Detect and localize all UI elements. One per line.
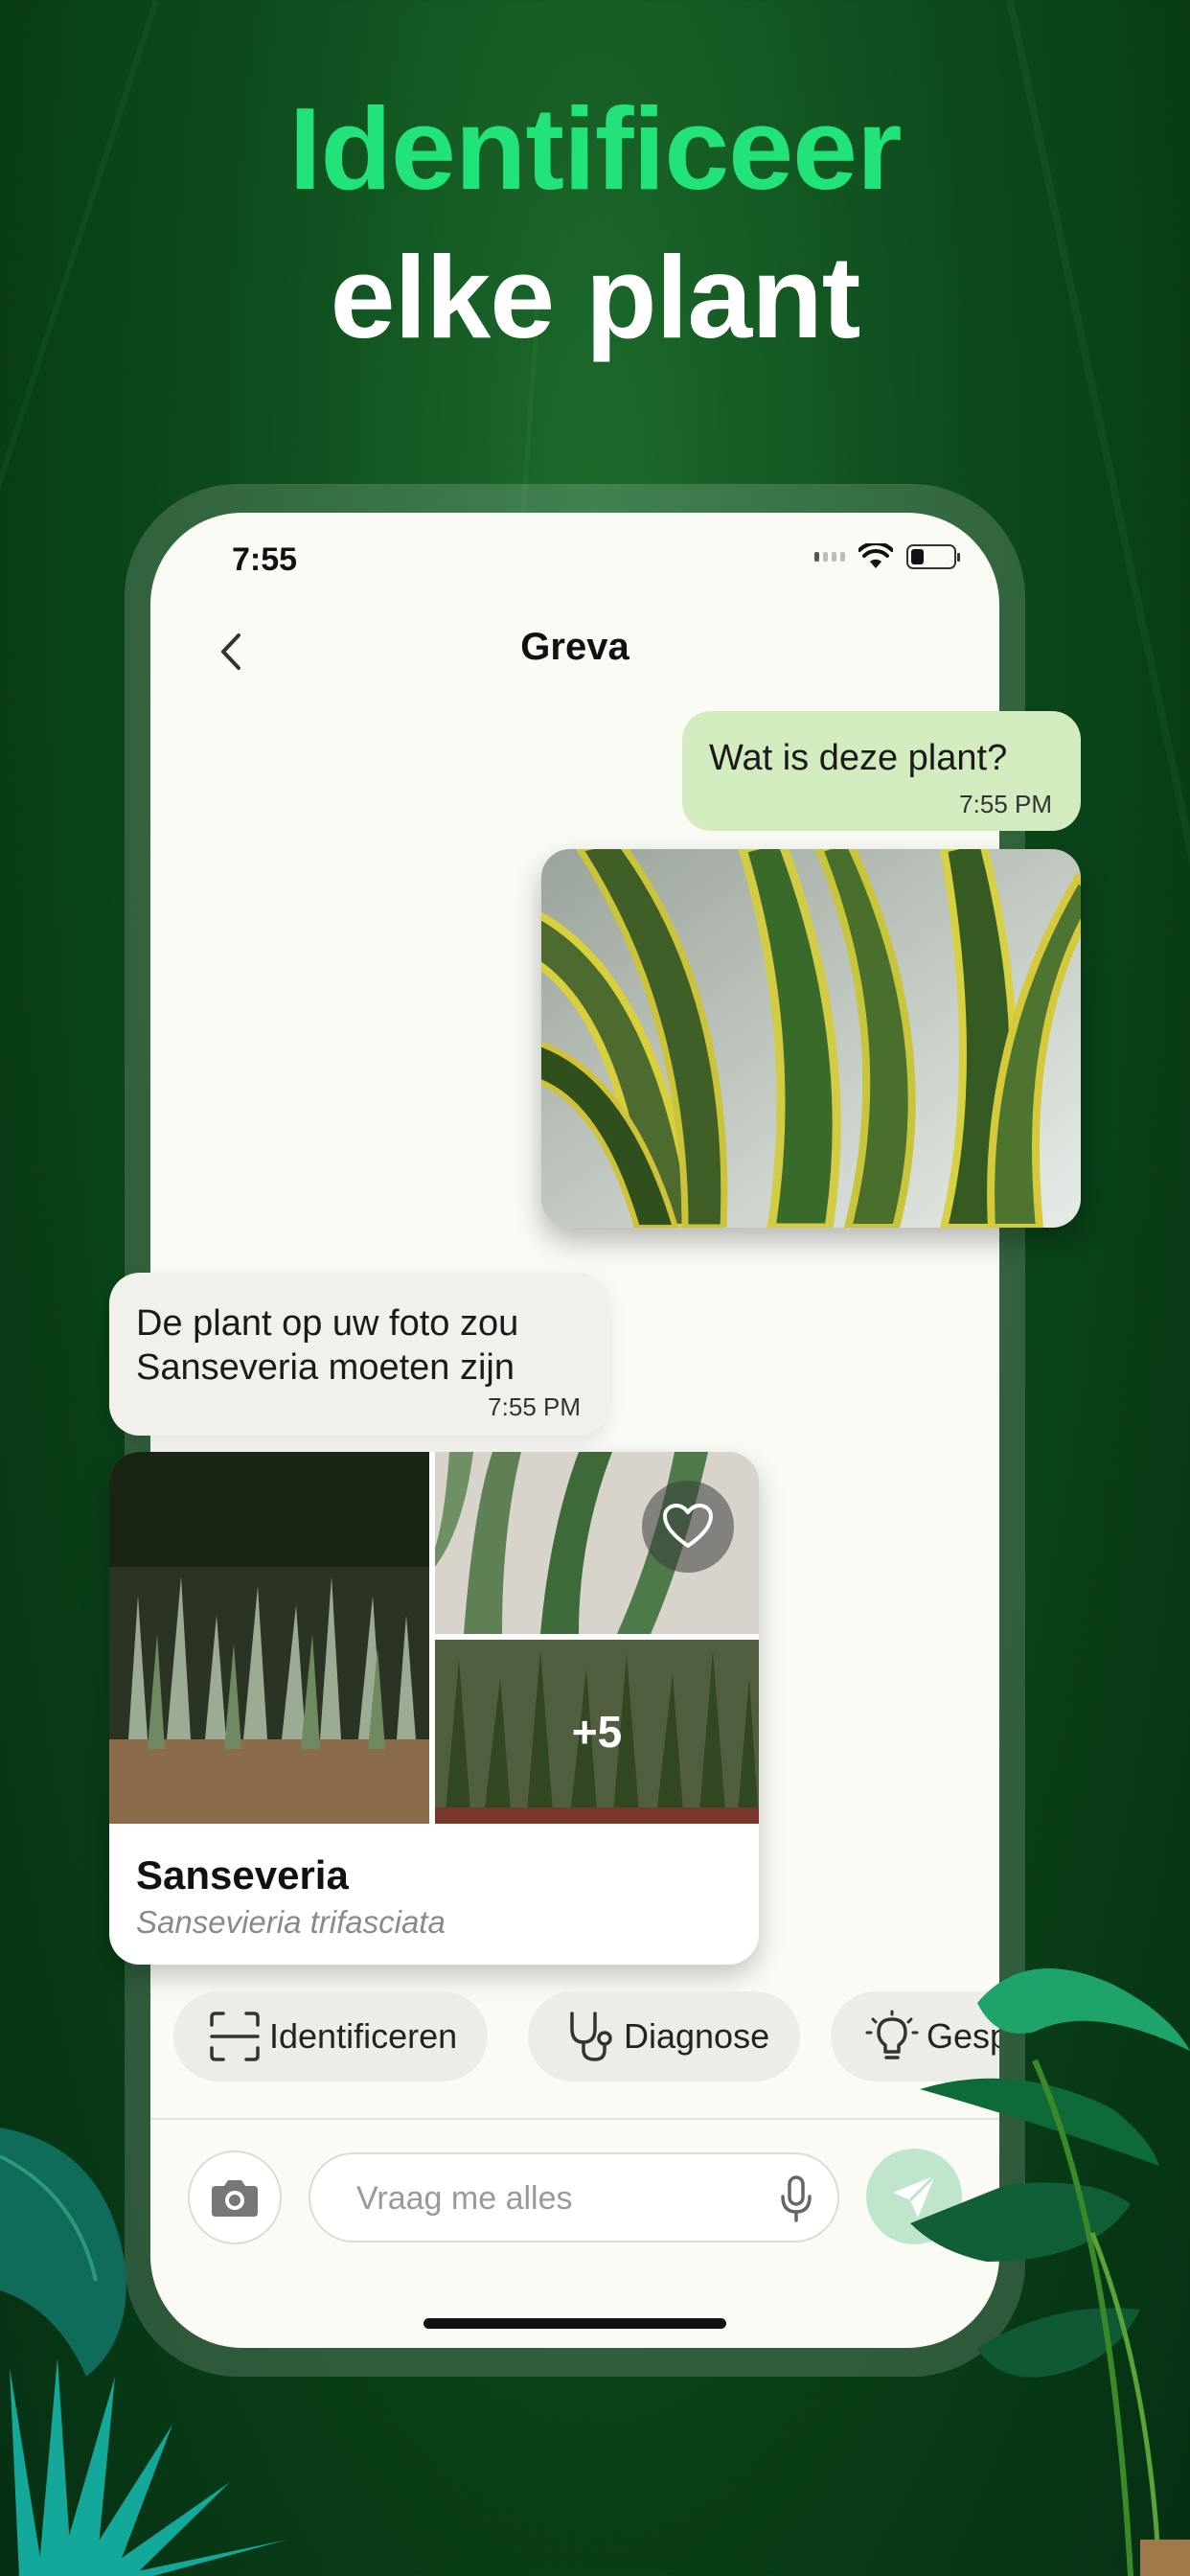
more-photos-count[interactable]: +5	[435, 1640, 759, 1824]
quick-actions-row: Identificeren Diagnose Gesprek	[150, 1974, 999, 2108]
bot-message-time: 7:55 PM	[488, 1392, 581, 1421]
bot-message-bubble: De plant op uw foto zou Sanseveria moete…	[109, 1273, 609, 1436]
bot-message-line-2: Sanseveria moeten zijn	[136, 1347, 515, 1388]
status-time: 7:55	[232, 541, 298, 578]
favorite-button[interactable]	[642, 1481, 734, 1573]
user-message-text: Wat is deze plant?	[709, 738, 1008, 778]
heart-icon	[663, 1504, 713, 1548]
plant-name: Sanseveria	[136, 1852, 349, 1898]
plant-scientific-name: Sansevieria trifasciata	[136, 1904, 446, 1940]
user-message-bubble: Wat is deze plant? 7:55 PM	[682, 711, 1081, 831]
chip-diagnose[interactable]: Diagnose	[528, 1991, 801, 2082]
message-input-box[interactable]	[309, 2152, 839, 2242]
scan-icon	[210, 2012, 260, 2061]
plant-result-card[interactable]: +5 Sanseveria Sansevieria trifasciata	[109, 1452, 759, 1965]
chip-diagnose-label: Diagnose	[624, 2016, 770, 2056]
wifi-icon	[858, 543, 893, 568]
home-indicator	[423, 2318, 726, 2329]
result-photo-main	[109, 1452, 429, 1824]
cellular-signal-icon	[814, 552, 845, 562]
status-icons	[814, 543, 960, 570]
chip-identify[interactable]: Identificeren	[173, 1991, 489, 2082]
chip-identify-label: Identificeren	[269, 2016, 458, 2056]
chat-title: Greva	[520, 626, 629, 668]
decorative-leaves-right	[910, 1968, 1190, 2576]
user-message-time: 7:55 PM	[959, 790, 1052, 818]
decorative-leaves-left	[0, 2128, 287, 2576]
microphone-icon[interactable]	[780, 2175, 812, 2223]
user-plant-photo[interactable]	[541, 849, 1081, 1228]
message-input[interactable]	[356, 2174, 740, 2223]
headline: Identificeer elke plant	[0, 77, 1190, 374]
stethoscope-icon	[570, 2012, 612, 2061]
headline-line-2: elke plant	[330, 232, 861, 362]
headline-line-1: Identificeer	[288, 83, 903, 214]
battery-icon	[906, 544, 960, 569]
bot-message-line-1: De plant op uw foto zou	[136, 1303, 519, 1344]
